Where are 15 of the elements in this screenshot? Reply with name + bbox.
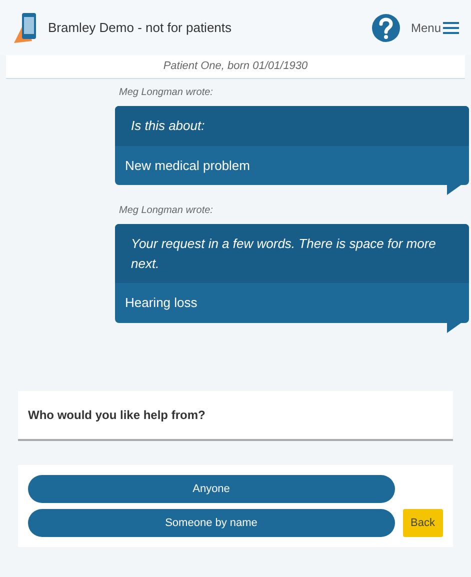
message-question: Is this about:	[115, 106, 469, 146]
patient-bar: Patient One, born 01/01/1930	[6, 55, 465, 79]
back-button[interactable]: Back	[402, 509, 443, 537]
help-icon[interactable]	[370, 12, 401, 42]
message-answer: New medical problem	[124, 156, 251, 175]
option-button[interactable]: Anyone	[28, 475, 395, 503]
menu-icon	[443, 22, 459, 34]
message-answer: Hearing loss	[124, 294, 198, 312]
message-question: Your request in a few words. There is space for more next.	[115, 224, 469, 283]
menu-button[interactable]: Menu	[410, 18, 459, 36]
prompt-text: Who would you like help from?	[28, 408, 206, 422]
message-author: Meg Longman wrote:	[118, 86, 214, 100]
app-title: Bramley Demo - not for patients	[48, 18, 233, 37]
option-button[interactable]: Someone by name	[28, 509, 395, 537]
message-author: Meg Longman wrote:	[118, 204, 214, 218]
